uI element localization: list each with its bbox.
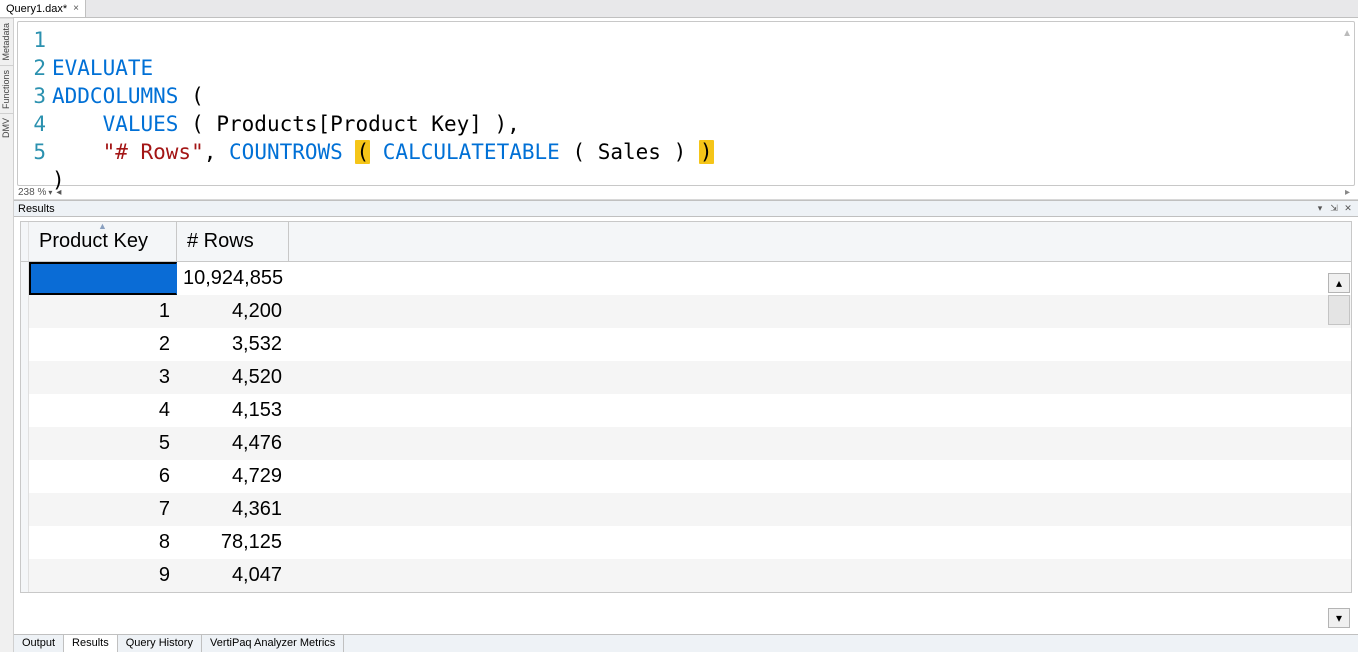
table-row[interactable]: 878,125 <box>21 526 1351 559</box>
cell-rows[interactable]: 4,153 <box>177 394 289 427</box>
scroll-up-icon: ▲ <box>1342 28 1352 39</box>
table-row[interactable]: 64,729 <box>21 460 1351 493</box>
sidebar-tab-functions[interactable]: Functions <box>0 65 13 113</box>
cell-rows[interactable]: 4,520 <box>177 361 289 394</box>
results-header: Results ▾ ⇲ ✕ <box>14 201 1358 217</box>
table-row[interactable]: 14,200 <box>21 295 1351 328</box>
document-tab-label: Query1.dax* <box>6 3 67 15</box>
cell-rows[interactable]: 10,924,855 <box>177 262 289 295</box>
document-tab[interactable]: Query1.dax* × <box>0 0 86 17</box>
cell-rows[interactable]: 4,361 <box>177 493 289 526</box>
scroll-up-button[interactable]: ▴ <box>1328 273 1350 293</box>
cell-rows[interactable]: 4,729 <box>177 460 289 493</box>
panel-dropdown-icon[interactable]: ▾ <box>1314 203 1326 215</box>
cell-rows[interactable]: 78,125 <box>177 526 289 559</box>
cell-product-key[interactable]: 7 <box>29 493 177 526</box>
cell-rows[interactable]: 4,200 <box>177 295 289 328</box>
table-row[interactable]: 23,532 <box>21 328 1351 361</box>
bottom-tab-bar: Output Results Query History VertiPaq An… <box>14 634 1358 652</box>
scroll-down-button[interactable]: ▾ <box>1328 608 1350 628</box>
cell-product-key[interactable] <box>29 262 177 295</box>
table-row[interactable]: 74,361 <box>21 493 1351 526</box>
column-header-product-key[interactable]: ▲ Product Key <box>29 222 177 261</box>
column-header-rows[interactable]: # Rows <box>177 222 289 261</box>
cell-product-key[interactable]: 5 <box>29 427 177 460</box>
cell-product-key[interactable]: 3 <box>29 361 177 394</box>
grid-header-row: ▲ Product Key # Rows <box>21 222 1351 262</box>
table-row[interactable]: 94,047 <box>21 559 1351 592</box>
cell-rows[interactable]: 4,047 <box>177 559 289 592</box>
bottom-tab-query-history[interactable]: Query History <box>118 635 202 652</box>
cell-product-key[interactable]: 2 <box>29 328 177 361</box>
panel-close-icon[interactable]: ✕ <box>1342 203 1354 215</box>
cell-product-key[interactable]: 6 <box>29 460 177 493</box>
zoom-bar: 238 % ▾ ◂ ▸ <box>14 186 1358 200</box>
vertical-sidebar: Metadata Functions DMV <box>0 18 14 652</box>
close-icon[interactable]: × <box>73 3 79 14</box>
cell-product-key[interactable]: 1 <box>29 295 177 328</box>
vertical-scrollbar[interactable]: ▴ ▾ <box>1328 273 1350 628</box>
scroll-right-icon[interactable]: ▸ <box>1345 187 1354 198</box>
cell-rows[interactable]: 4,476 <box>177 427 289 460</box>
table-row[interactable]: 54,476 <box>21 427 1351 460</box>
zoom-level[interactable]: 238 % <box>18 187 46 198</box>
sidebar-tab-dmv[interactable]: DMV <box>0 113 13 142</box>
bottom-tab-output[interactable]: Output <box>14 635 64 652</box>
sidebar-tab-metadata[interactable]: Metadata <box>0 18 13 65</box>
cell-product-key[interactable]: 9 <box>29 559 177 592</box>
results-panel: Results ▾ ⇲ ✕ ▲ Product Key <box>14 200 1358 652</box>
scroll-thumb[interactable] <box>1328 295 1350 325</box>
cell-product-key[interactable]: 8 <box>29 526 177 559</box>
cell-rows[interactable]: 3,532 <box>177 328 289 361</box>
results-title: Results <box>18 203 1314 215</box>
document-tab-bar: Query1.dax* × <box>0 0 1358 18</box>
table-row[interactable]: 34,520 <box>21 361 1351 394</box>
sort-indicator-icon: ▲ <box>98 221 107 231</box>
table-row[interactable]: 10,924,855 <box>21 262 1351 295</box>
panel-pin-icon[interactable]: ⇲ <box>1328 203 1340 215</box>
table-row[interactable]: 44,153 <box>21 394 1351 427</box>
line-gutter: 1 2 3 4 5 <box>18 22 52 185</box>
bottom-tab-results[interactable]: Results <box>64 635 118 652</box>
cell-product-key[interactable]: 4 <box>29 394 177 427</box>
results-grid[interactable]: ▲ Product Key # Rows 10,924,85514,20023,… <box>20 221 1352 593</box>
bottom-tab-vertipaq[interactable]: VertiPaq Analyzer Metrics <box>202 635 344 652</box>
code-content[interactable]: EVALUATE ADDCOLUMNS ( VALUES ( Products[… <box>52 22 1354 185</box>
code-editor[interactable]: ▲ 1 2 3 4 5 EVALUATE ADDCOLUMNS ( VALUES… <box>17 21 1355 186</box>
